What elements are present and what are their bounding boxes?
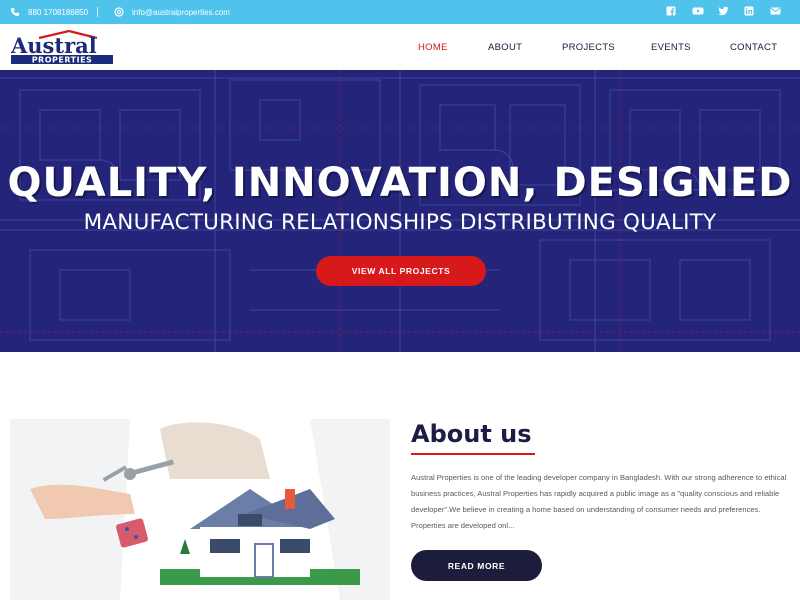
email-address: info@australproperties.com <box>132 7 230 17</box>
logo[interactable]: Austral PROPERTIES <box>10 29 113 65</box>
email-icon[interactable] <box>770 6 781 16</box>
twitter-icon[interactable] <box>718 6 729 16</box>
phone-number: 880 1708186850 <box>28 7 89 17</box>
nav-contact[interactable]: CONTACT <box>730 42 777 53</box>
linkedin-icon[interactable] <box>744 6 754 16</box>
email-contact[interactable]: info@australproperties.com <box>114 7 230 17</box>
hero-title: QUALITY, INNOVATION, DESIGNED <box>7 160 793 206</box>
facebook-icon[interactable] <box>666 6 676 16</box>
hero-subtitle: MANUFACTURING RELATIONSHIPS DISTRIBUTING… <box>83 210 717 235</box>
about-image <box>10 419 390 600</box>
top-bar: 880 1708186850 info@australproperties.co… <box>0 0 800 24</box>
phone-icon <box>10 7 20 17</box>
read-more-button[interactable]: READ MORE <box>411 550 542 581</box>
nav-about[interactable]: ABOUT <box>488 42 522 53</box>
social-links <box>666 6 781 16</box>
topbar-divider <box>97 7 98 17</box>
nav-home[interactable]: HOME <box>418 42 448 53</box>
about-description: Austral Properties is one of the leading… <box>411 473 787 530</box>
site-header: Austral PROPERTIES HOME ABOUT PROJECTS E… <box>0 24 800 70</box>
at-icon <box>114 7 124 17</box>
nav-projects[interactable]: PROJECTS <box>562 42 615 53</box>
youtube-icon[interactable] <box>692 6 704 16</box>
logo-wordmark: Austral <box>11 33 97 58</box>
logo-tagline: PROPERTIES <box>32 56 93 65</box>
nav-events[interactable]: EVENTS <box>651 42 691 53</box>
phone-contact[interactable]: 880 1708186850 <box>10 7 88 17</box>
view-all-projects-button[interactable]: VIEW ALL PROJECTS <box>316 256 486 286</box>
about-title: About us <box>411 420 532 448</box>
about-title-underline <box>411 453 535 455</box>
hero-banner: QUALITY, INNOVATION, DESIGNED MANUFACTUR… <box>0 70 800 352</box>
